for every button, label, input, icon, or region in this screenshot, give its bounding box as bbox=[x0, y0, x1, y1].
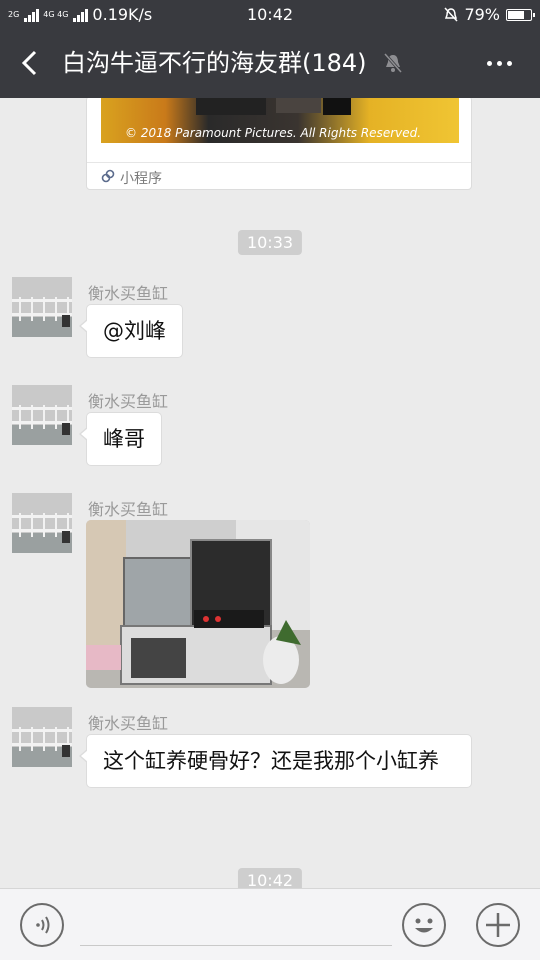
battery-icon bbox=[506, 8, 535, 21]
plus-button[interactable] bbox=[476, 903, 520, 947]
voice-button[interactable] bbox=[20, 903, 64, 947]
miniprogram-card[interactable]: © 2018 Paramount Pictures. All Rights Re… bbox=[86, 98, 472, 190]
miniprogram-label: 小程序 bbox=[120, 171, 162, 187]
message-input[interactable] bbox=[80, 945, 392, 946]
poster-copyright: © 2018 Paramount Pictures. All Rights Re… bbox=[125, 126, 422, 140]
status-right: 79% bbox=[444, 5, 535, 24]
more-dots-icon[interactable] bbox=[487, 61, 512, 66]
emoji-button[interactable] bbox=[402, 903, 446, 947]
alarm-off-icon bbox=[444, 6, 458, 22]
timestamp: 10:42 bbox=[237, 868, 303, 888]
chat-area[interactable]: © 2018 Paramount Pictures. All Rights Re… bbox=[0, 98, 540, 888]
miniprogram-link-icon bbox=[101, 169, 115, 183]
back-arrow-icon[interactable] bbox=[18, 49, 42, 77]
message-image[interactable] bbox=[86, 520, 310, 688]
input-bar bbox=[0, 888, 540, 960]
miniprogram-poster: © 2018 Paramount Pictures. All Rights Re… bbox=[101, 98, 459, 143]
emoji-icon bbox=[415, 918, 433, 933]
sender-name: 衡水买鱼缸 bbox=[88, 392, 169, 411]
avatar[interactable] bbox=[12, 707, 72, 767]
status-bar: 2G 4G 4G 0.19K/s 10:42 79% bbox=[0, 0, 540, 28]
timestamp: 10:33 bbox=[237, 230, 303, 255]
chat-header: 白沟牛逼不行的海友群(184) bbox=[0, 28, 540, 98]
sender-name: 衡水买鱼缸 bbox=[88, 714, 169, 733]
message-bubble[interactable]: 这个缸养硬骨好？还是我那个小缸养 bbox=[79, 734, 472, 788]
avatar[interactable] bbox=[12, 277, 72, 337]
sender-name: 衡水买鱼缸 bbox=[88, 284, 169, 303]
voice-icon bbox=[36, 916, 50, 934]
battery-percent: 79% bbox=[464, 5, 500, 24]
message-bubble[interactable]: 峰哥 bbox=[79, 412, 162, 466]
avatar[interactable] bbox=[12, 385, 72, 445]
bell-off-icon bbox=[383, 53, 403, 73]
chat-title: 白沟牛逼不行的海友群(184) bbox=[62, 49, 367, 77]
plus-icon bbox=[486, 913, 510, 937]
sender-name: 衡水买鱼缸 bbox=[88, 500, 169, 519]
card-divider bbox=[87, 162, 471, 163]
avatar[interactable] bbox=[12, 493, 72, 553]
message-bubble[interactable]: @刘峰 bbox=[79, 304, 183, 358]
